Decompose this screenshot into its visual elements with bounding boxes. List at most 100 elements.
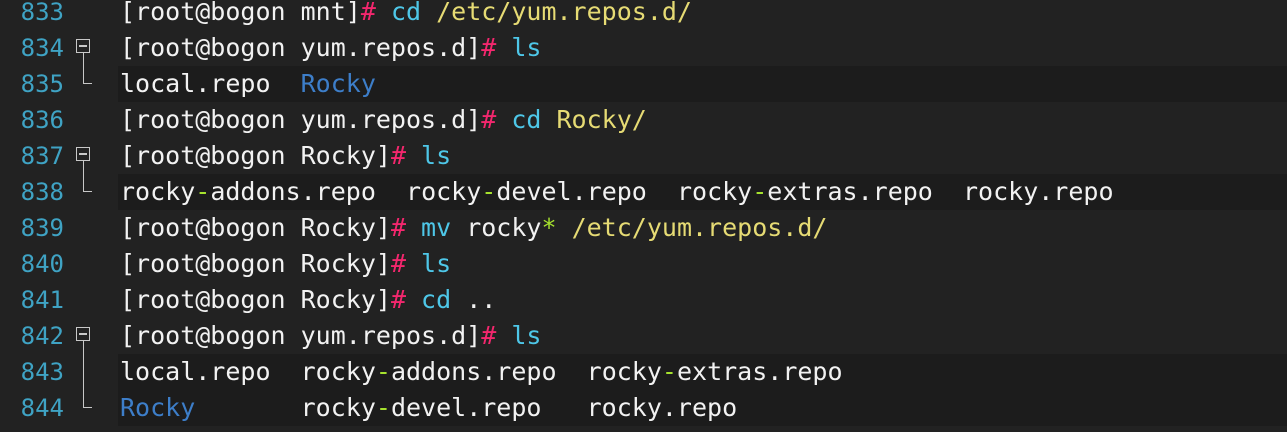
file-name-dash: - [375,393,391,422]
command: mv [406,213,452,242]
command: ls [406,249,452,278]
line-number: 843 [20,358,64,386]
prompt-hash: # [390,249,406,278]
file-name-dash: - [195,177,211,206]
line-number: 833 [20,0,64,26]
code-text[interactable]: [root@bogon yum.repos.d]# cd Rocky/ [120,102,647,138]
line-number: 839 [20,214,64,242]
command: ls [496,321,542,350]
file-name: local.repo [120,69,271,98]
gutter: 843 [0,354,118,390]
code-line-833[interactable]: 833 [root@bogon mnt]# cd /etc/yum.repos.… [0,0,1287,30]
file-name-dash: - [375,357,391,386]
code-text[interactable]: [root@bogon Rocky]# mv rocky* /etc/yum.r… [120,210,827,246]
line-number: 838 [20,178,64,206]
file-name: local.repo [120,357,271,386]
file-name-part: addons.repo [210,177,376,206]
command: ls [496,33,542,62]
gutter: 833 [0,0,118,30]
gutter: 841 [0,282,118,318]
code-text[interactable]: [root@bogon yum.repos.d]# ls [120,318,541,354]
line-number: 835 [20,70,64,98]
shell-prompt: [root@bogon yum.repos.d] [120,321,482,350]
command: ls [406,141,452,170]
line-number: 836 [20,106,64,134]
terminal-log-editor: 833 [root@bogon mnt]# cd /etc/yum.repos.… [0,0,1287,432]
prompt-hash: # [481,321,497,350]
code-line-837[interactable]: 837 [root@bogon Rocky]# ls [0,138,1287,174]
file-name-part: devel.repo [496,177,647,206]
file-name-part: rocky [586,357,662,386]
gutter: 834 [0,30,118,66]
line-number: 844 [20,394,64,422]
fold-end-icon [74,174,96,210]
fold-collapse-icon[interactable] [74,30,96,66]
directory-name: Rocky [300,69,376,98]
file-name-part: rocky [406,177,482,206]
code-line-840[interactable]: 840 [root@bogon Rocky]# ls [0,246,1287,282]
file-name-part: addons.repo [390,357,557,386]
gutter: 837 [0,138,118,174]
file-name: rocky.repo [586,393,738,422]
code-line-835[interactable]: 835 local.repo Rocky [0,66,1287,102]
code-text[interactable]: local.repo Rocky [120,66,376,102]
shell-prompt: [root@bogon Rocky] [120,285,391,314]
code-line-842[interactable]: 842 [root@bogon yum.repos.d]# ls [0,318,1287,354]
prompt-hash: # [390,213,406,242]
file-name-part: extras.repo [676,357,843,386]
file-name: rocky.repo [962,177,1114,206]
gutter: 842 [0,318,118,354]
shell-prompt: [root@bogon Rocky] [120,249,391,278]
file-name-part: rocky [676,177,753,206]
command-argument: /etc/yum.repos.d/ [421,0,692,26]
file-name-dash: - [661,357,677,386]
command-argument: Rocky/ [541,105,647,134]
code-text[interactable]: [root@bogon yum.repos.d]# ls [120,30,541,66]
file-name-part: devel.repo [390,393,542,422]
code-text[interactable]: Rocky rocky-devel.repo rocky.repo [120,390,737,426]
line-number: 834 [20,34,64,62]
code-text[interactable]: [root@bogon Rocky]# ls [120,138,451,174]
line-number: 841 [20,286,64,314]
shell-prompt: [root@bogon Rocky] [120,141,391,170]
fold-end-icon [74,390,96,426]
code-text[interactable]: [root@bogon Rocky]# ls [120,246,451,282]
code-line-843[interactable]: 843 local.repo rocky-addons.repo rocky-e… [0,354,1287,390]
code-line-836[interactable]: 836 [root@bogon yum.repos.d]# cd Rocky/ [0,102,1287,138]
fold-collapse-icon[interactable] [74,318,96,354]
prompt-hash: # [390,141,406,170]
file-name-part: rocky [300,393,376,422]
command-argument: rocky [451,213,542,242]
line-number: 842 [20,322,64,350]
command: cd [375,0,422,26]
code-line-844[interactable]: 844 Rocky rocky-devel.repo rocky.repo [0,390,1287,426]
code-line-838[interactable]: 838 rocky-addons.repo rocky-devel.repo r… [0,174,1287,210]
code-text[interactable]: rocky-addons.repo rocky-devel.repo rocky… [120,174,1114,210]
code-line-841[interactable]: 841 [root@bogon Rocky]# cd .. [0,282,1287,318]
fold-collapse-icon[interactable] [74,138,96,174]
gutter: 840 [0,246,118,282]
command-argument: /etc/yum.repos.d/ [556,213,828,242]
command: cd [406,285,452,314]
file-name-part: extras.repo [767,177,933,206]
file-name-part: rocky [300,357,376,386]
fold-guide-line [74,354,96,390]
code-text[interactable]: [root@bogon Rocky]# cd .. [120,282,496,318]
command-argument: .. [451,285,497,314]
code-line-839[interactable]: 839 [root@bogon Rocky]# mv rocky* /etc/y… [0,210,1287,246]
file-name-dash: - [481,177,497,206]
gutter: 836 [0,102,118,138]
code-text[interactable]: [root@bogon mnt]# cd /etc/yum.repos.d/ [120,0,692,30]
prompt-hash: # [360,0,376,26]
line-number: 840 [20,250,64,278]
code-line-834[interactable]: 834 [root@bogon yum.repos.d]# ls [0,30,1287,66]
shell-prompt: [root@bogon mnt] [120,0,361,26]
code-text[interactable]: local.repo rocky-addons.repo rocky-extra… [120,354,843,390]
command: cd [496,105,542,134]
